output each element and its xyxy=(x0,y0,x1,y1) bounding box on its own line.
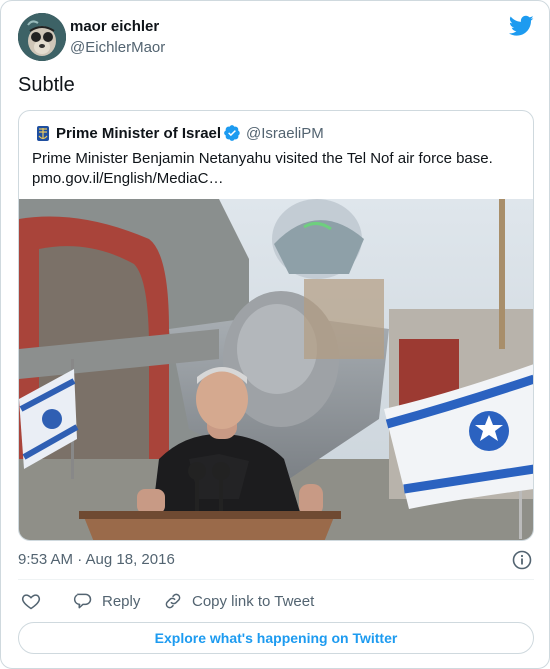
author-name[interactable]: maor eichler xyxy=(70,18,159,35)
explore-twitter-button[interactable]: Explore what's happening on Twitter xyxy=(18,622,534,654)
link-icon xyxy=(165,593,181,609)
avatar-image xyxy=(18,13,66,61)
info-icon[interactable] xyxy=(512,550,532,570)
reply-bubble-icon xyxy=(73,593,92,609)
twitter-bird-icon[interactable] xyxy=(509,15,534,37)
quoted-author-handle[interactable]: @IsraeliPM xyxy=(246,125,324,142)
reply-button[interactable]: Reply xyxy=(73,589,140,613)
reply-label: Reply xyxy=(102,592,141,610)
quoted-author-name[interactable]: Prime Minister of Israel xyxy=(56,125,221,142)
tweet-timestamp[interactable]: 9:53 AM · Aug 18, 2016 xyxy=(18,551,175,568)
fighter-jet-photo xyxy=(19,199,533,540)
heart-icon xyxy=(21,594,41,610)
author-handle[interactable]: @EichlerMaor xyxy=(70,39,165,56)
copy-link-button[interactable]: Copy link to Tweet xyxy=(163,589,314,613)
israel-emblem-icon xyxy=(37,126,49,141)
like-button[interactable] xyxy=(21,589,41,613)
quoted-link[interactable]: pmo.gov.il/English/MediaC… xyxy=(32,169,522,189)
verified-badge-icon xyxy=(224,125,240,141)
quoted-tweet-text: Prime Minister Benjamin Netanyahu visite… xyxy=(32,149,522,189)
copy-link-label: Copy link to Tweet xyxy=(192,592,315,610)
divider xyxy=(18,579,534,580)
tweet-text: Subtle xyxy=(18,74,75,96)
quoted-text-line: Prime Minister Benjamin Netanyahu visite… xyxy=(32,150,493,167)
tweet-actions: Reply Copy link to Tweet xyxy=(18,589,534,613)
quoted-tweet[interactable]: Prime Minister of Israel @IsraeliPM Prim… xyxy=(18,110,534,541)
embedded-tweet-card: maor eichler @EichlerMaor Subtle Prime M… xyxy=(0,0,550,669)
author-avatar[interactable] xyxy=(18,13,66,61)
quoted-photo[interactable] xyxy=(19,199,533,540)
